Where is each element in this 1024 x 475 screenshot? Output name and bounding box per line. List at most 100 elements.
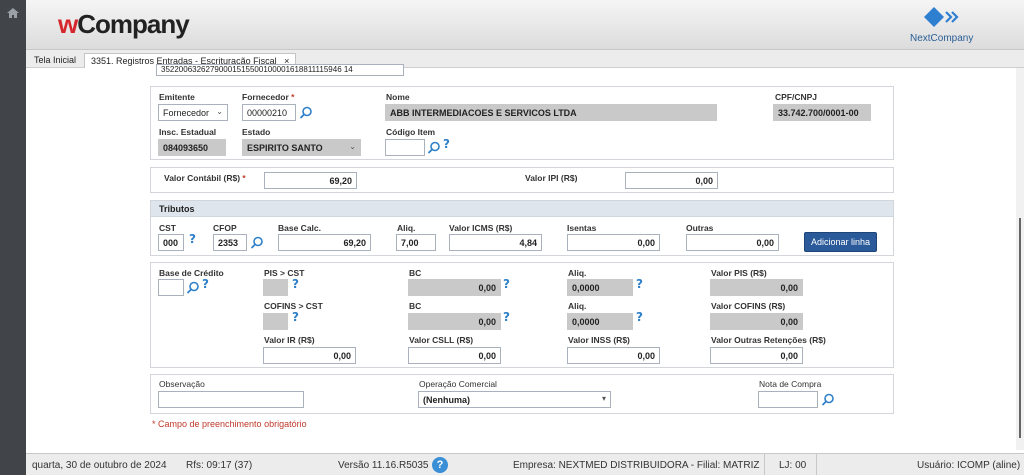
footer-usuario: Usuário: ICOMP (aline) — [917, 460, 1021, 471]
valor-contabil-field[interactable]: 69,20 — [264, 172, 357, 189]
valor-inss-label: Valor INSS (R$) — [568, 335, 630, 345]
valor-outras-retencoes-label: Valor Outras Retenções (R$) — [711, 335, 826, 345]
help-icon[interactable]: ? — [202, 277, 209, 291]
footer-lj: LJ: 00 — [779, 460, 807, 471]
help-icon[interactable]: ? — [292, 277, 299, 291]
pis-aliq-label: Aliq. — [568, 268, 587, 278]
home-icon[interactable] — [7, 8, 19, 18]
search-icon[interactable] — [250, 236, 264, 250]
emitente-label: Emitente — [159, 92, 195, 102]
operacao-comercial-label: Operação Comercial — [419, 379, 497, 389]
help-icon[interactable]: ? — [432, 457, 448, 473]
operacao-comercial-select[interactable]: (Nenhuma) ▾ — [418, 391, 611, 408]
cst-label: CST — [159, 223, 176, 233]
valor-icms-label: Valor ICMS (R$) — [449, 223, 513, 233]
pis-bc-label: BC — [409, 268, 422, 278]
footer-divider — [764, 454, 765, 475]
valor-icms-field[interactable]: 4,84 — [449, 234, 542, 251]
cpf-cnpj-field: 33.742.700/0001-00 — [773, 104, 871, 121]
vertical-scrollbar[interactable] — [1016, 68, 1024, 450]
observacao-field[interactable] — [158, 391, 304, 408]
help-icon[interactable]: ? — [503, 277, 510, 291]
footer-empresa: Empresa: NEXTMED DISTRIBUIDORA - Filial:… — [513, 460, 760, 471]
cofins-bc-field: 0,00 — [408, 313, 501, 330]
base-credito-field[interactable] — [158, 279, 184, 296]
observacao-label: Observação — [159, 379, 205, 389]
insc-estadual-field: 084093650 — [158, 139, 226, 156]
estado-select: ESPIRITO SANTO ⌄ — [242, 139, 361, 156]
aliq-label: Aliq. — [397, 223, 416, 233]
pis-bc-field: 0,00 — [408, 279, 501, 296]
help-icon[interactable]: ? — [636, 310, 643, 324]
help-icon[interactable]: ? — [292, 310, 299, 324]
form-content: 3522006326279000151550010000161881111594… — [150, 64, 900, 440]
valor-outras-retencoes-field[interactable]: 0,00 — [710, 347, 803, 364]
emitente-panel: Emitente Fornecedor ⌄ Fornecedor * 000002… — [150, 86, 894, 160]
tab-tela-inicial[interactable]: Tela Inicial — [28, 53, 82, 68]
valor-ipi-field[interactable]: 0,00 — [625, 172, 718, 189]
emitente-value: Fornecedor — [163, 108, 210, 118]
left-sidebar — [0, 0, 26, 475]
valor-contabil-label: Valor Contábil (R$) * — [164, 173, 246, 183]
adicionar-linha-button[interactable]: Adicionar linha — [804, 232, 878, 252]
estado-value: ESPIRITO SANTO — [247, 143, 323, 153]
emitente-select[interactable]: Fornecedor ⌄ — [158, 104, 228, 121]
cofins-aliq-label: Aliq. — [568, 301, 587, 311]
nome-label: Nome — [386, 92, 410, 102]
cfop-field[interactable]: 2353 — [213, 234, 247, 251]
search-icon[interactable] — [299, 106, 313, 120]
nota-compra-field[interactable] — [758, 391, 818, 408]
isentas-field[interactable]: 0,00 — [567, 234, 660, 251]
footer-rfs: Rfs: 09:17 (37) — [186, 460, 253, 471]
aliq-field[interactable]: 7,00 — [396, 234, 436, 251]
footer-date: quarta, 30 de outubro de 2024 — [32, 460, 167, 471]
help-icon[interactable]: ? — [443, 137, 450, 151]
nome-field: ABB INTERMEDIACOES E SERVICOS LTDA — [385, 104, 717, 121]
footer-divider — [816, 454, 817, 475]
base-calc-label: Base Calc. — [278, 223, 321, 233]
chevron-down-icon: ⌄ — [349, 142, 356, 151]
tributos-heading: Tributos — [151, 201, 893, 217]
valor-csll-field[interactable]: 0,00 — [408, 347, 501, 364]
help-icon[interactable]: ? — [636, 277, 643, 291]
valor-ir-field[interactable]: 0,00 — [263, 347, 356, 364]
codigo-item-field[interactable] — [385, 139, 425, 156]
scrollbar-thumb[interactable] — [1019, 218, 1021, 438]
footer-version: Versão 11.16.R5035 — [338, 460, 429, 471]
insc-estadual-label: Insc. Estadual — [159, 127, 217, 137]
cofins-cst-field — [263, 313, 288, 330]
observacao-panel: Observação Operação Comercial (Nenhuma) ▾… — [150, 374, 894, 414]
cfop-label: CFOP — [213, 223, 237, 233]
valor-cofins-field: 0,00 — [710, 313, 803, 330]
app-header: wCompany NextCompany — [26, 0, 1024, 50]
codigo-item-label: Código Item — [386, 127, 436, 137]
help-icon[interactable]: ? — [503, 310, 510, 324]
access-key-field[interactable]: 3522006326279000151550010000161881111594… — [156, 64, 404, 76]
valor-csll-label: Valor CSLL (R$) — [409, 335, 474, 345]
help-icon[interactable]: ? — [189, 232, 196, 246]
base-calc-field[interactable]: 69,20 — [278, 234, 371, 251]
nextcompany-logo-icon — [924, 7, 959, 27]
tributos-panel: Tributos CST 000 ? CFOP 2353 Base Calc. … — [150, 200, 894, 256]
valor-inss-field[interactable]: 0,00 — [567, 347, 660, 364]
nota-compra-label: Nota de Compra — [759, 379, 822, 389]
valor-pis-field: 0,00 — [710, 279, 803, 296]
search-icon[interactable] — [186, 281, 200, 295]
nextcompany-logo: NextCompany — [904, 6, 984, 44]
search-icon[interactable] — [821, 393, 835, 407]
cst-field[interactable]: 000 — [158, 234, 184, 251]
fornecedor-label: Fornecedor * — [242, 92, 295, 102]
cofins-aliq-field: 0,0000 — [567, 313, 633, 330]
required-field-note: * Campo de preenchimento obrigatório — [152, 419, 307, 429]
status-bar: quarta, 30 de outubro de 2024 Rfs: 09:17… — [26, 453, 1024, 475]
isentas-label: Isentas — [567, 223, 597, 233]
credito-panel: Base de Crédito ? PIS > CST ? BC 0,00 ? … — [150, 262, 894, 368]
estado-label: Estado — [242, 127, 271, 137]
outras-field[interactable]: 0,00 — [686, 234, 779, 251]
chevron-down-icon: ▾ — [601, 394, 606, 403]
valor-cofins-label: Valor COFINS (R$) — [711, 301, 786, 311]
search-icon[interactable] — [427, 141, 441, 155]
pis-cst-field — [263, 279, 288, 296]
outras-label: Outras — [686, 223, 714, 233]
fornecedor-field[interactable]: 00000210 — [242, 104, 296, 121]
